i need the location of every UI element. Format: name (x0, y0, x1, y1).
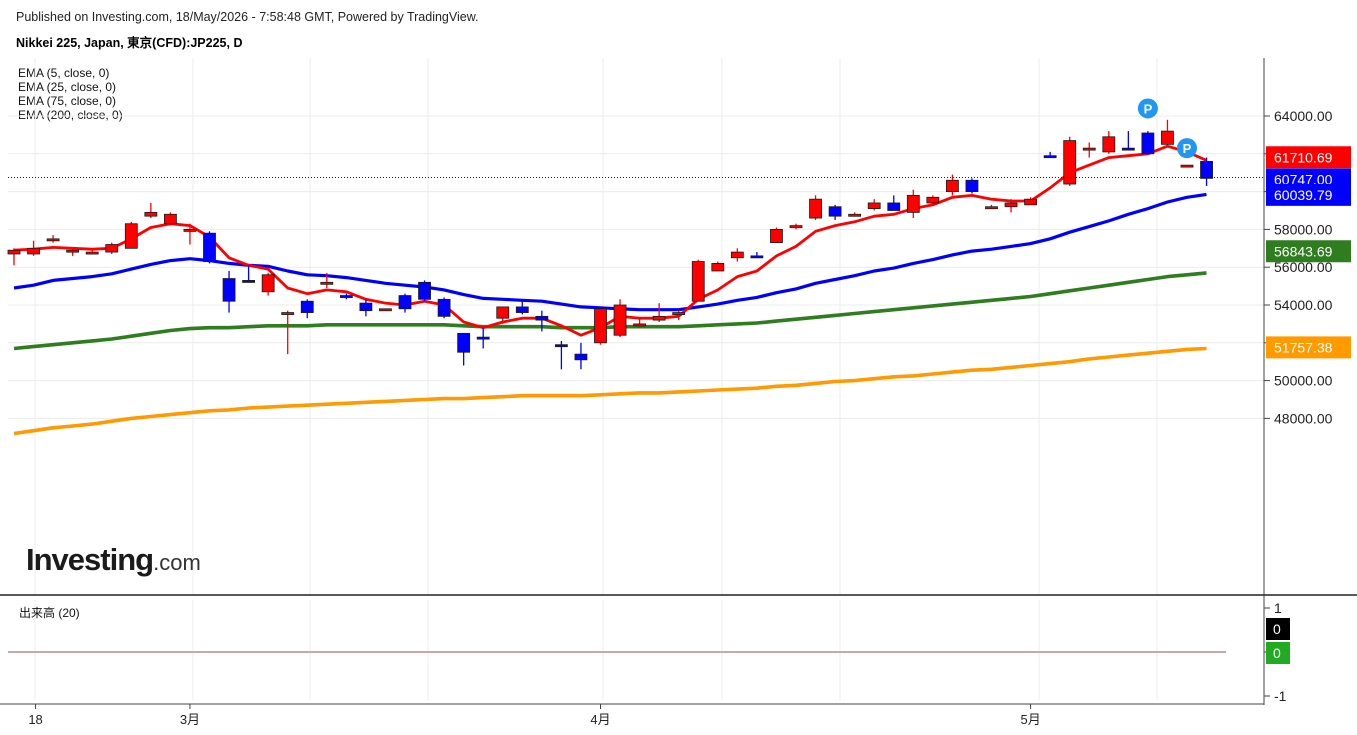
candle[interactable] (242, 280, 256, 283)
candle[interactable] (672, 312, 686, 315)
candle[interactable] (633, 323, 646, 327)
y-tick-label: 64000.00 (1274, 108, 1333, 124)
candle[interactable] (1121, 147, 1135, 151)
volume-tick-label: 1 (1274, 600, 1282, 616)
candle[interactable] (965, 179, 979, 192)
candle[interactable] (124, 223, 138, 249)
candle[interactable] (828, 206, 842, 217)
candle[interactable] (1102, 136, 1116, 153)
candle[interactable] (359, 302, 373, 312)
candle[interactable] (535, 315, 549, 321)
candle[interactable] (1082, 147, 1096, 151)
candle[interactable] (926, 196, 940, 204)
y-tick-label: 48000.00 (1274, 410, 1333, 426)
x-tick-label: 4月 (590, 712, 610, 727)
pivot-marker-label: P (1183, 141, 1192, 156)
candle[interactable] (887, 202, 901, 211)
candle[interactable] (1043, 155, 1057, 159)
pivot-marker-label: P (1144, 101, 1153, 116)
price-chart[interactable]: 48000.0050000.0052000.0054000.0056000.00… (0, 0, 1357, 735)
candle[interactable] (46, 238, 60, 242)
candle[interactable] (398, 295, 412, 310)
price-tag-label: 61710.69 (1274, 149, 1333, 165)
candle[interactable] (867, 202, 881, 210)
candle[interactable] (711, 263, 725, 272)
volume-badge-label: 0 (1273, 645, 1281, 661)
candle[interactable] (476, 336, 490, 340)
candle[interactable] (496, 306, 510, 319)
candle[interactable] (379, 308, 392, 312)
volume-label: 出来高 (20) (19, 606, 80, 620)
candle[interactable] (27, 247, 40, 255)
candle[interactable] (105, 244, 119, 253)
candle[interactable] (555, 344, 568, 348)
y-tick-label: 50000.00 (1274, 373, 1333, 389)
candle[interactable] (261, 274, 275, 293)
candle[interactable] (300, 300, 314, 313)
x-tick-label: 5月 (1020, 712, 1040, 727)
candle[interactable] (789, 225, 803, 229)
candle[interactable] (1180, 164, 1194, 168)
candle[interactable] (339, 295, 353, 298)
candle[interactable] (946, 179, 959, 192)
price-tag-label: 56843.69 (1274, 243, 1333, 259)
price-tag-label: 51757.38 (1274, 339, 1333, 355)
candle[interactable] (203, 232, 216, 262)
candle[interactable] (594, 308, 607, 344)
candle[interactable] (418, 281, 431, 300)
candle[interactable] (809, 198, 822, 219)
candle[interactable] (691, 261, 705, 302)
volume-badge-label: 0 (1273, 621, 1281, 637)
candle[interactable] (144, 211, 158, 217)
candle[interactable] (1004, 202, 1018, 208)
candle[interactable] (730, 251, 744, 259)
x-tick-label: 18 (28, 712, 42, 727)
candle[interactable] (613, 304, 627, 336)
candle[interactable] (1024, 198, 1037, 206)
candle[interactable] (1161, 130, 1174, 145)
candle[interactable] (437, 298, 451, 317)
candle[interactable] (281, 312, 295, 315)
candle[interactable] (985, 206, 998, 210)
price-tag-label: 60039.79 (1274, 187, 1333, 203)
candle[interactable] (320, 281, 334, 285)
candle[interactable] (750, 255, 764, 259)
candle[interactable] (457, 332, 471, 353)
candle[interactable] (515, 306, 529, 313)
candle[interactable] (7, 249, 21, 255)
candle[interactable] (163, 213, 177, 225)
x-tick-label: 3月 (180, 712, 200, 727)
candle[interactable] (770, 228, 783, 244)
candle[interactable] (1200, 160, 1213, 179)
candle[interactable] (85, 251, 99, 255)
candle[interactable] (1141, 132, 1155, 155)
investing-logo: Investing.com (26, 542, 201, 577)
candle[interactable] (183, 228, 197, 232)
y-tick-label: 54000.00 (1274, 297, 1333, 313)
candle[interactable] (222, 278, 236, 302)
y-tick-label: 58000.00 (1274, 221, 1333, 237)
candle[interactable] (848, 213, 862, 217)
candle[interactable] (66, 249, 80, 253)
candle[interactable] (652, 315, 666, 321)
volume-tick-label: -1 (1274, 688, 1287, 704)
candle[interactable] (574, 353, 588, 361)
candle[interactable] (906, 194, 920, 213)
